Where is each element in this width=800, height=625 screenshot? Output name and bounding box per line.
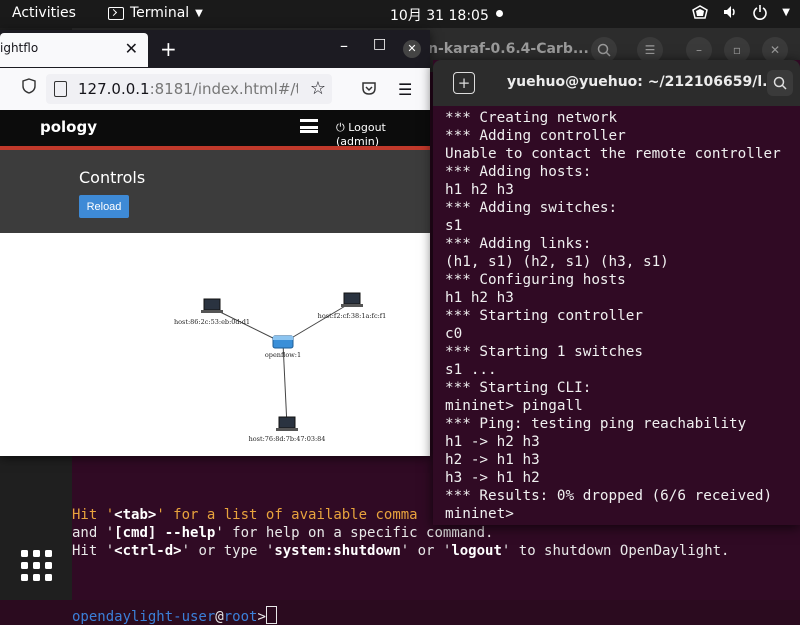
minimize-button[interactable]: – (340, 36, 348, 55)
terminal-line: *** Adding switches: (445, 200, 618, 216)
topology-canvas[interactable]: host:86:2c:53:eb:0d:d1 host:f2:cf:38:1a:f… (0, 233, 430, 456)
mininet-terminal-window[interactable]: + yuehuo@yuehuo: ~/212106659/l... *** Cr… (433, 60, 800, 525)
search-icon (597, 43, 611, 57)
bookmark-star-icon[interactable]: ☆ (310, 74, 326, 104)
nav-bar: 127.0.0.1:8181/index.html#/top ☆ ☰ (0, 68, 430, 111)
terminal-line: h3 -> h1 h2 (445, 470, 540, 486)
window-title: yuehuo@yuehuo: ~/212106659/l... (507, 74, 779, 90)
host-node[interactable]: host:76:8d:7b:47:03:84 (249, 416, 326, 443)
new-tab-button[interactable]: + (160, 37, 177, 61)
clock[interactable]: 10月 31 18:05 (390, 5, 489, 25)
search-button[interactable] (767, 70, 793, 96)
topology-graph[interactable]: host:86:2c:53:eb:0d:d1 host:f2:cf:38:1a:f… (0, 233, 430, 456)
terminal-line: mininet> (445, 506, 514, 522)
node-label: host:76:8d:7b:47:03:84 (249, 435, 326, 443)
terminal-line: s1 (445, 218, 463, 234)
terminal-line: *** Ping: testing ping reachability (445, 416, 747, 432)
terminal-line: *** Creating network (445, 110, 618, 126)
close-window-button[interactable]: ✕ (403, 40, 421, 58)
terminal-line: h2 -> h1 h3 (445, 452, 540, 468)
reload-button[interactable]: Reload (79, 195, 129, 218)
terminal-line: h1 h2 h3 (445, 182, 514, 198)
laptop-icon (343, 292, 361, 305)
search-icon (773, 76, 787, 90)
terminal-line: mininet> pingall (445, 398, 583, 414)
odl-header: pology ⏻ Logout (admin) (0, 110, 430, 148)
terminal-line: *** Adding controller (445, 128, 626, 144)
maximize-button[interactable]: □ (373, 36, 386, 52)
terminal-line: *** Adding links: (445, 236, 592, 252)
switch-icon-top (273, 336, 293, 340)
window-titlebar[interactable]: + yuehuo@yuehuo: ~/212106659/l... (433, 60, 800, 106)
controls-title: Controls (79, 168, 146, 187)
terminal-line: *** Starting 1 switches (445, 344, 643, 360)
help-line-2: and '[cmd] --help' for help on a specifi… (72, 525, 494, 541)
terminal-line: h1 -> h2 h3 (445, 434, 540, 450)
address-bar[interactable]: 127.0.0.1:8181/index.html#/top ☆ (46, 74, 332, 104)
terminal-line: Unable to contact the remote controller (445, 146, 781, 162)
terminal-line: h1 h2 h3 (445, 290, 514, 306)
tab-title: ightflo (0, 41, 39, 55)
close-tab-icon[interactable]: ✕ (125, 39, 138, 58)
browser-tab[interactable]: ightflo ✕ (0, 33, 148, 67)
tracking-shield-icon[interactable] (22, 78, 36, 94)
app-name: Terminal (130, 5, 190, 21)
firefox-window[interactable]: ightflo ✕ + – □ ✕ 127.0.0.1:8181/index.h… (0, 30, 430, 456)
url-text[interactable]: 127.0.0.1:8181/index.html#/top (78, 74, 298, 104)
app-brand: pology (40, 118, 98, 136)
system-tray[interactable]: ▼ (692, 4, 790, 20)
notification-dot (496, 10, 503, 17)
terminal-line: s1 ... (445, 362, 497, 378)
terminal-line: c0 (445, 326, 463, 342)
activities-button[interactable]: Activities (12, 5, 76, 21)
topology-link (282, 301, 353, 344)
new-tab-button[interactable]: + (453, 72, 475, 94)
node-label: host:86:2c:53:eb:0d:d1 (174, 318, 250, 326)
terminal-icon (108, 6, 124, 20)
node-label: openflow:1 (265, 351, 301, 359)
terminal-output[interactable]: *** Creating network *** Adding controlle… (445, 109, 781, 523)
network-icon (692, 5, 709, 19)
page-icon (54, 81, 67, 97)
power-icon (753, 5, 768, 20)
node-label: host:f2:cf:38:1a:fc:f1 (318, 312, 387, 320)
text-cursor (265, 606, 277, 624)
pocket-icon[interactable] (361, 80, 377, 96)
top-bar: Activities Terminal ▼ 10月 31 18:05 ▼ (0, 0, 800, 28)
controls-panel: Controls Reload (0, 150, 430, 233)
karaf-prompt[interactable]: opendaylight-user@root> (72, 606, 277, 625)
show-applications[interactable] (12, 541, 60, 589)
show-apps-icon (21, 550, 52, 581)
help-line-1: Hit '<tab>' for a list of available comm… (72, 507, 418, 523)
laptop-base (341, 304, 363, 307)
terminal-line: *** Adding hosts: (445, 164, 592, 180)
app-menu[interactable]: Terminal ▼ (108, 5, 203, 21)
laptop-base (276, 428, 298, 431)
logout-link[interactable]: ⏻ Logout (admin) (336, 121, 430, 148)
terminal-line: *** Starting CLI: (445, 380, 592, 396)
terminal-line: *** Results: 0% dropped (6/6 received) (445, 488, 773, 504)
window-title: n-karaf-0.6.4-Carb... (428, 41, 589, 57)
terminal-line: (h1, s1) (h2, s1) (h3, s1) (445, 254, 669, 270)
host-node[interactable]: host:86:2c:53:eb:0d:d1 (174, 298, 250, 326)
terminal-line: *** Configuring hosts (445, 272, 626, 288)
menu-icon[interactable] (300, 119, 318, 133)
laptop-icon (203, 298, 221, 311)
host-node[interactable]: host:f2:cf:38:1a:fc:f1 (318, 292, 387, 320)
terminal-line: *** Starting controller (445, 308, 643, 324)
help-line-3: Hit '<ctrl-d>' or type 'system:shutdown'… (72, 543, 730, 559)
volume-icon (724, 6, 736, 18)
tab-strip: ightflo ✕ + – □ ✕ (0, 30, 430, 68)
laptop-base (201, 310, 223, 313)
chevron-down-icon: ▼ (195, 7, 203, 19)
switch-node[interactable]: openflow:1 (265, 335, 301, 359)
chevron-down-icon: ▼ (782, 6, 790, 18)
hamburger-menu-icon[interactable]: ☰ (398, 80, 412, 99)
laptop-icon (278, 416, 296, 429)
